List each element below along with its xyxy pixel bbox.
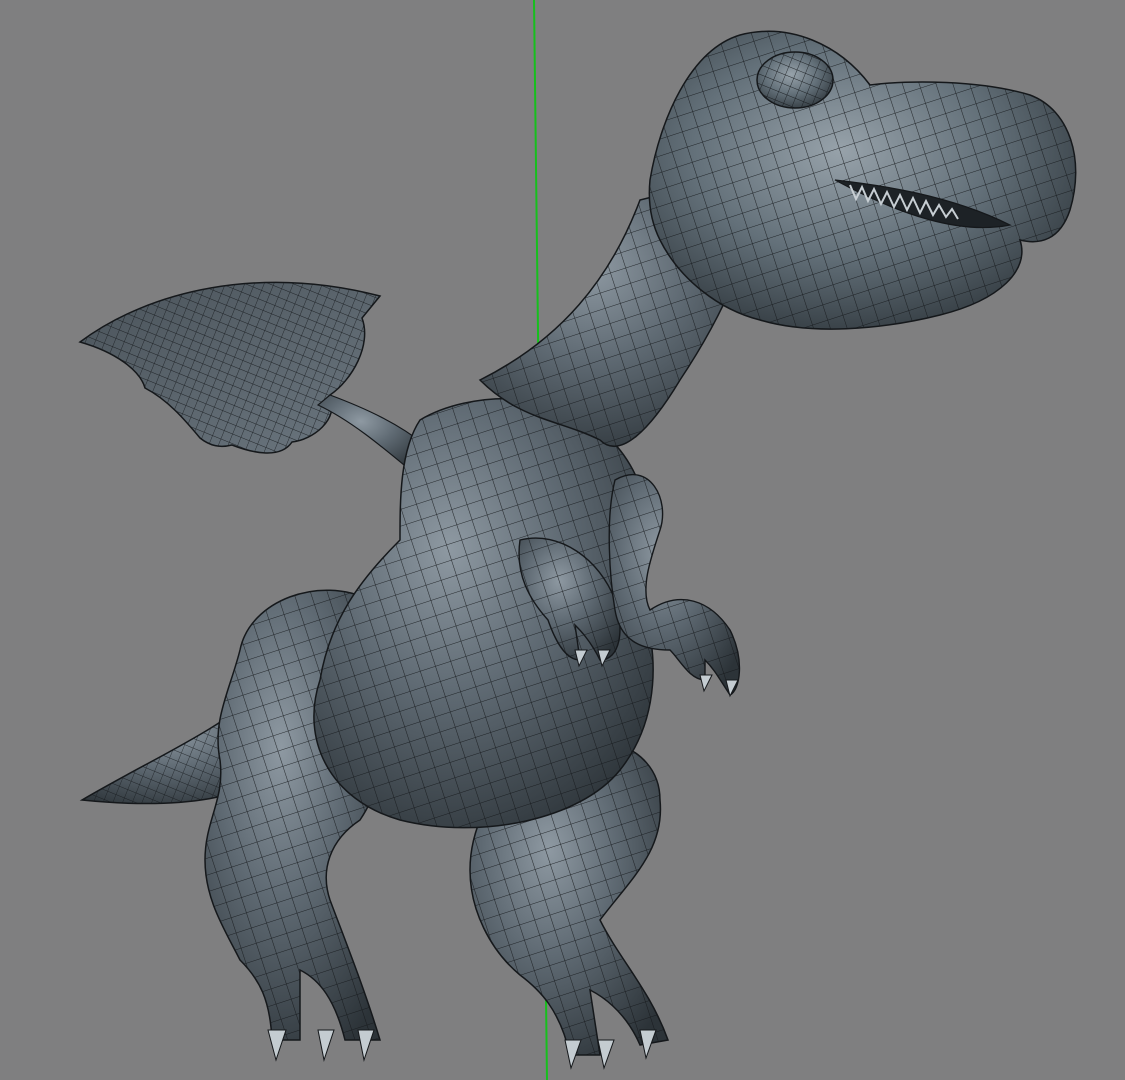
viewport-canvas[interactable] — [0, 0, 1125, 1080]
head — [648, 30, 1077, 330]
wing — [78, 281, 426, 471]
dinosaur-mesh[interactable] — [78, 30, 1077, 1070]
3d-viewport[interactable] — [0, 0, 1125, 1080]
